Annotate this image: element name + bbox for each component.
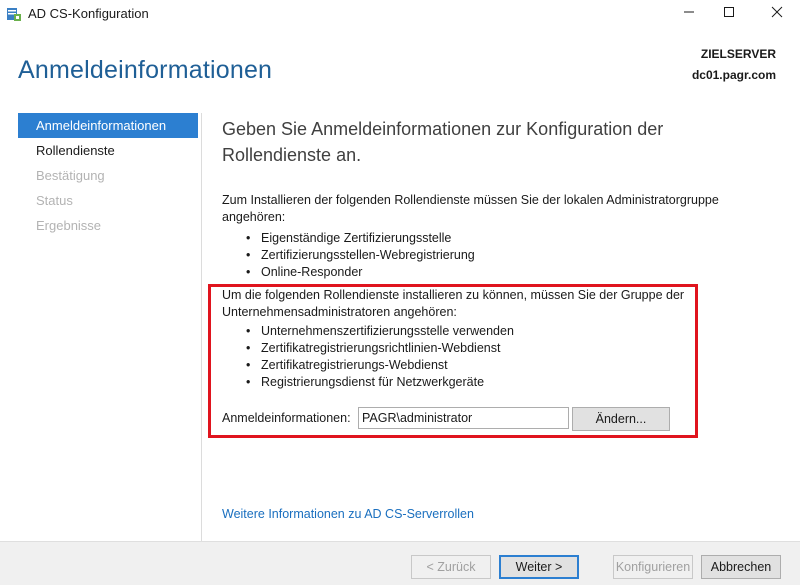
- back-button[interactable]: < Zurück: [411, 555, 491, 579]
- content-heading: Geben Sie Anmeldeinformationen zur Konfi…: [222, 119, 664, 165]
- credentials-field[interactable]: PAGR\administrator: [358, 407, 569, 429]
- wizard-navigation: Anmeldeinformationen Rollendienste Bestä…: [18, 113, 198, 238]
- close-icon: [771, 5, 783, 23]
- nav-item-bestaetigung: Bestätigung: [36, 168, 105, 183]
- nav-item-status: Status: [36, 193, 73, 208]
- list-item: Unternehmenszertifizierungsstelle verwen…: [246, 323, 514, 340]
- change-credentials-button[interactable]: Ändern...: [572, 407, 670, 431]
- next-button[interactable]: Weiter >: [499, 555, 579, 579]
- enterprise-admin-services-list: Unternehmenszertifizierungsstelle verwen…: [246, 323, 514, 391]
- minimize-icon: [683, 5, 695, 23]
- list-item: Zertifikatregistrierungs-Webdienst: [246, 357, 514, 374]
- list-item: Online-Responder: [246, 264, 475, 281]
- nav-divider: [201, 113, 202, 541]
- list-item: Eigenständige Zertifizierungsstelle: [246, 230, 475, 247]
- list-item: Zertifikatregistrierungsrichtlinien-Webd…: [246, 340, 514, 357]
- local-admin-services-list: Eigenständige Zertifizierungsstelle Zert…: [246, 230, 475, 281]
- target-server-label: ZIELSERVER: [700, 47, 776, 61]
- list-item: Registrierungsdienst für Netzwerkgeräte: [246, 374, 514, 391]
- nav-item-rollendienste[interactable]: Rollendienste: [18, 138, 198, 163]
- list-item: Zertifizierungsstellen-Webregistrierung: [246, 247, 475, 264]
- more-info-link[interactable]: Weitere Informationen zu AD CS-Serverrol…: [222, 507, 474, 521]
- enterprise-admin-text: Um die folgenden Rollendienste installie…: [222, 288, 685, 319]
- title-bar: AD CS-Konfiguration: [0, 0, 800, 28]
- close-button[interactable]: [754, 0, 800, 28]
- cancel-button[interactable]: Abbrechen: [701, 555, 781, 579]
- credentials-label: Anmeldeinformationen:: [222, 411, 351, 425]
- server-config-icon: [6, 6, 22, 22]
- maximize-icon: [723, 5, 735, 23]
- page-title: Anmeldeinformationen: [18, 56, 273, 84]
- nav-item-anmeldeinformationen[interactable]: Anmeldeinformationen: [18, 113, 198, 138]
- configure-button[interactable]: Konfigurieren: [613, 555, 693, 579]
- maximize-button[interactable]: [706, 0, 752, 28]
- nav-item-ergebnisse: Ergebnisse: [36, 218, 102, 233]
- window-title: AD CS-Konfiguration: [28, 6, 149, 21]
- local-admin-text: Zum Installieren der folgenden Rollendie…: [222, 193, 719, 224]
- target-server-value: dc01.pagr.com: [691, 68, 776, 82]
